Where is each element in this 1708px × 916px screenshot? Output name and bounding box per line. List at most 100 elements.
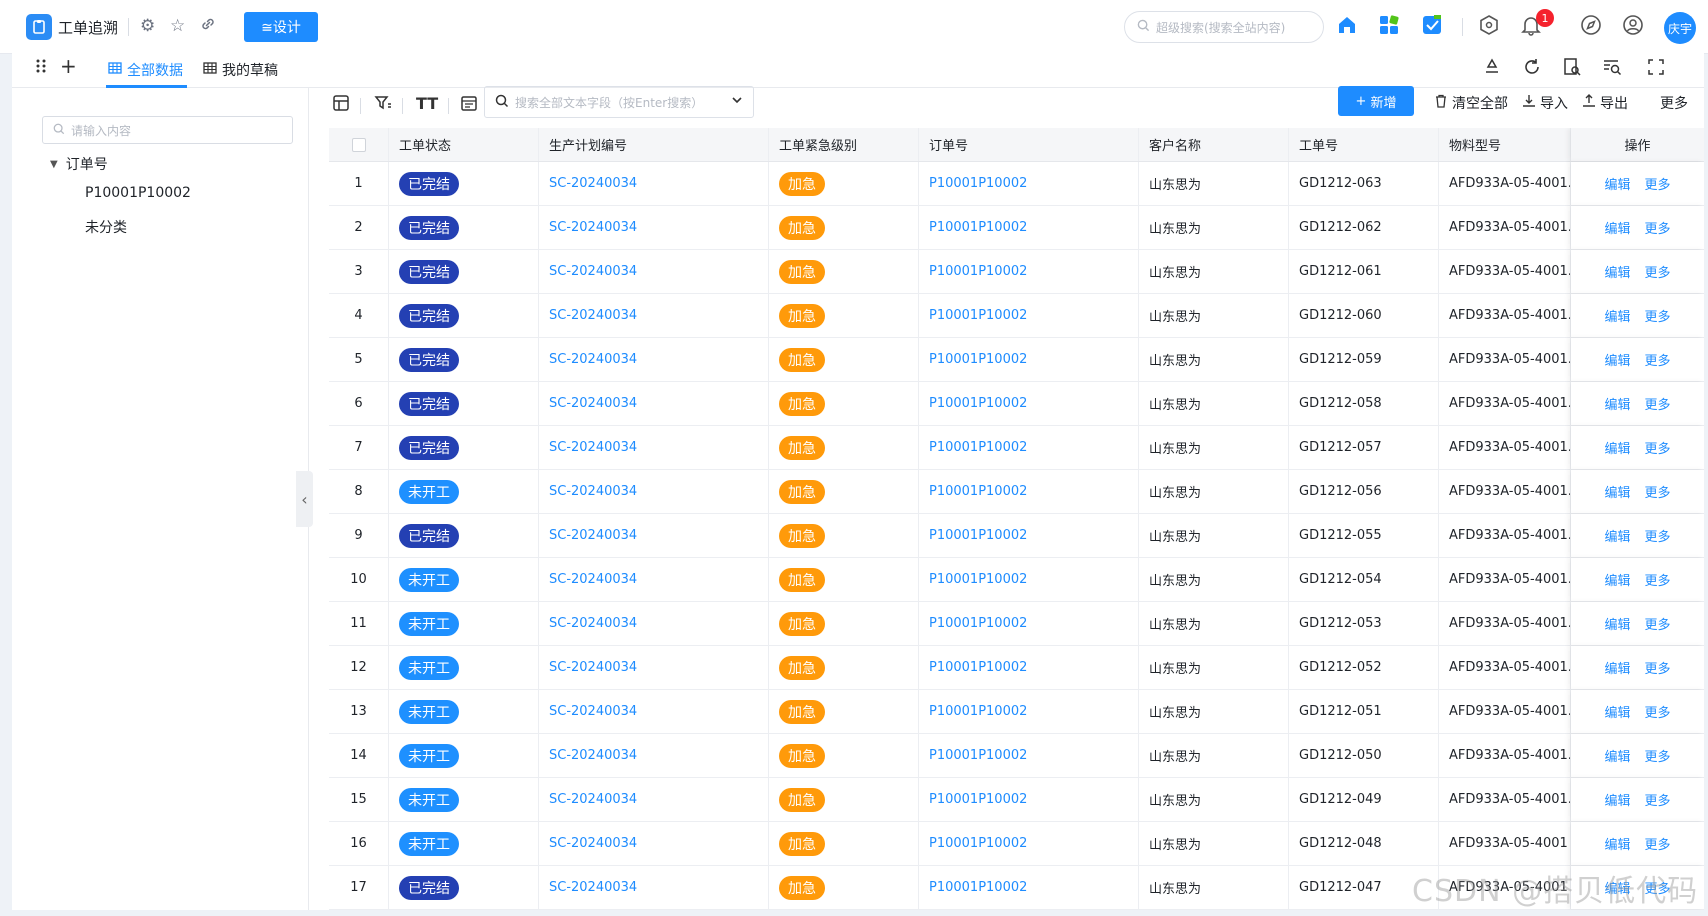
more-link[interactable]: 更多 [1645,658,1671,677]
table-row[interactable]: 16 未开工 SC-20240034 加急 P10001P10002 山东思为 GD1212… [329,822,1704,866]
caret-down-icon[interactable]: ▼ [50,159,58,170]
order-number-link[interactable]: P10001P10002 [929,220,1027,235]
more-button[interactable]: 更多 [1660,93,1696,113]
edit-link[interactable]: 编辑 [1604,658,1630,677]
apps-grid-icon[interactable] [1378,14,1400,41]
table-row[interactable]: 14 未开工 SC-20240034 加急 P10001P10002 山东思为 GD1212… [329,734,1704,778]
design-button[interactable]: ≅设计 [244,12,318,42]
table-row[interactable]: 1 已完结 SC-20240034 加急 P10001P10002 山东思为 GD1212-… [329,162,1704,206]
column-header[interactable]: 物料型号 [1439,128,1571,161]
more-link[interactable]: 更多 [1645,174,1671,193]
more-link[interactable]: 更多 [1645,350,1671,369]
text-size-icon[interactable]: TT [416,94,438,113]
edit-link[interactable]: 编辑 [1604,790,1630,809]
link-icon[interactable] [200,16,216,37]
plan-number-link[interactable]: SC-20240034 [549,748,637,763]
more-link[interactable]: 更多 [1645,570,1671,589]
plan-number-link[interactable]: SC-20240034 [549,660,637,675]
select-all-checkbox[interactable] [351,137,366,152]
tab-my-drafts[interactable]: 我的草稿 [203,60,278,80]
edit-link[interactable]: 编辑 [1604,218,1630,237]
edit-link[interactable]: 编辑 [1604,702,1630,721]
edit-link[interactable]: 编辑 [1604,262,1630,281]
sidebar-search-input[interactable]: 请输入内容 [42,116,293,144]
settings-gear-icon[interactable]: ⚙ [140,16,155,36]
edit-link[interactable]: 编辑 [1604,614,1630,633]
plan-number-link[interactable]: SC-20240034 [549,308,637,323]
import-button[interactable]: 导入 [1522,93,1568,113]
plan-number-link[interactable]: SC-20240034 [549,484,637,499]
order-number-link[interactable]: P10001P10002 [929,792,1027,807]
edit-link[interactable]: 编辑 [1604,834,1630,853]
column-settings-icon[interactable] [332,94,350,117]
more-link[interactable]: 更多 [1645,834,1671,853]
edit-link[interactable]: 编辑 [1604,438,1630,457]
plan-number-link[interactable]: SC-20240034 [549,572,637,587]
plan-number-link[interactable]: SC-20240034 [549,440,637,455]
edit-link[interactable]: 编辑 [1604,526,1630,545]
clear-all-button[interactable]: 清空全部 [1434,93,1508,113]
tree-item[interactable]: P10001P10002 [85,185,191,201]
select-all-cell[interactable] [329,128,389,161]
calendar-view-icon[interactable] [460,94,478,117]
tree-node-order-number[interactable]: ▼ 订单号 [50,154,108,174]
column-header[interactable]: 工单号 [1289,128,1439,161]
hexagon-plugin-icon[interactable] [1478,14,1500,41]
more-link[interactable]: 更多 [1645,394,1671,413]
order-number-link[interactable]: P10001P10002 [929,748,1027,763]
table-row[interactable]: 6 已完结 SC-20240034 加急 P10001P10002 山东思为 GD1212-… [329,382,1704,426]
more-link[interactable]: 更多 [1645,262,1671,281]
refresh-icon[interactable] [1522,57,1542,82]
column-header[interactable]: 客户名称 [1139,128,1289,161]
order-number-link[interactable]: P10001P10002 [929,176,1027,191]
more-link[interactable]: 更多 [1645,746,1671,765]
user-icon[interactable] [1622,14,1644,41]
filter-icon[interactable] [374,94,392,117]
edit-link[interactable]: 编辑 [1604,746,1630,765]
add-new-button[interactable]: + 新增 [1338,86,1414,116]
order-number-link[interactable]: P10001P10002 [929,836,1027,851]
chevron-down-icon[interactable] [731,94,743,110]
more-link[interactable]: 更多 [1645,306,1671,325]
home-icon[interactable] [1336,14,1358,41]
order-number-link[interactable]: P10001P10002 [929,484,1027,499]
plan-number-link[interactable]: SC-20240034 [549,880,637,895]
order-number-link[interactable]: P10001P10002 [929,616,1027,631]
plan-number-link[interactable]: SC-20240034 [549,264,637,279]
table-row[interactable]: 2 已完结 SC-20240034 加急 P10001P10002 山东思为 GD1212-… [329,206,1704,250]
table-row[interactable]: 10 未开工 SC-20240034 加急 P10001P10002 山东思为 GD1212… [329,558,1704,602]
order-number-link[interactable]: P10001P10002 [929,308,1027,323]
more-link[interactable]: 更多 [1645,526,1671,545]
more-link[interactable]: 更多 [1645,438,1671,457]
plan-number-link[interactable]: SC-20240034 [549,176,637,191]
plan-number-link[interactable]: SC-20240034 [549,836,637,851]
plan-number-link[interactable]: SC-20240034 [549,616,637,631]
more-link[interactable]: 更多 [1645,702,1671,721]
more-link[interactable]: 更多 [1645,614,1671,633]
order-number-link[interactable]: P10001P10002 [929,572,1027,587]
more-link[interactable]: 更多 [1645,482,1671,501]
plan-number-link[interactable]: SC-20240034 [549,704,637,719]
list-search-icon[interactable] [1602,57,1622,82]
recycle-icon[interactable] [1482,57,1502,82]
table-row[interactable]: 13 未开工 SC-20240034 加急 P10001P10002 山东思为 GD1212… [329,690,1704,734]
table-search-input[interactable]: 搜索全部文本字段（按Enter搜索） [484,86,754,118]
export-button[interactable]: 导出 [1582,93,1628,113]
table-row[interactable]: 15 未开工 SC-20240034 加急 P10001P10002 山东思为 GD1212… [329,778,1704,822]
document-search-icon[interactable] [1562,57,1582,82]
tree-item[interactable]: 未分类 [85,217,127,237]
order-number-link[interactable]: P10001P10002 [929,660,1027,675]
table-row[interactable]: 9 已完结 SC-20240034 加急 P10001P10002 山东思为 GD1212-… [329,514,1704,558]
column-header[interactable]: 订单号 [919,128,1139,161]
edit-link[interactable]: 编辑 [1604,306,1630,325]
table-row[interactable]: 11 未开工 SC-20240034 加急 P10001P10002 山东思为 GD1212… [329,602,1704,646]
table-row[interactable]: 8 未开工 SC-20240034 加急 P10001P10002 山东思为 GD1212-… [329,470,1704,514]
plan-number-link[interactable]: SC-20240034 [549,396,637,411]
table-row[interactable]: 12 未开工 SC-20240034 加急 P10001P10002 山东思为 GD1212… [329,646,1704,690]
order-number-link[interactable]: P10001P10002 [929,352,1027,367]
star-icon[interactable]: ☆ [170,16,185,36]
column-header[interactable]: 工单状态 [389,128,539,161]
plan-number-link[interactable]: SC-20240034 [549,528,637,543]
column-header[interactable]: 工单紧急级别 [769,128,919,161]
tab-all-data[interactable]: 全部数据 [108,60,183,80]
